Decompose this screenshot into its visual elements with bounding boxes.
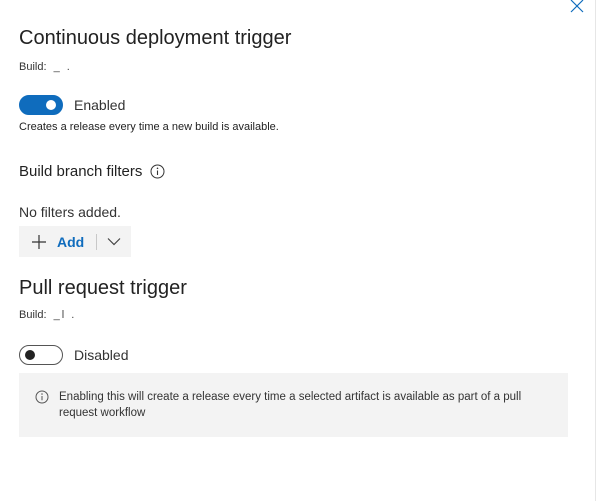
branch-filters-title: Build branch filters: [19, 163, 143, 180]
pr-build-line: Build: _l .: [19, 309, 76, 321]
pr-info-message: Enabling this will create a release ever…: [19, 373, 568, 437]
cd-build-value: _ .: [53, 61, 72, 73]
pr-toggle-label: Disabled: [74, 347, 129, 363]
cd-build-label: Build:: [19, 61, 47, 73]
chevron-down-icon: [107, 238, 121, 246]
cd-trigger-title: Continuous deployment trigger: [19, 27, 292, 49]
pr-build-value: _l .: [53, 309, 77, 321]
cd-toggle-label: Enabled: [74, 97, 126, 113]
info-icon[interactable]: [150, 164, 165, 179]
pr-build-label: Build:: [19, 309, 47, 321]
close-icon[interactable]: [570, 0, 584, 13]
plus-icon: [31, 234, 47, 250]
info-icon: [35, 390, 49, 404]
pr-trigger-toggle[interactable]: [19, 345, 63, 365]
add-filter-button[interactable]: Add: [19, 226, 96, 257]
cd-toggle-row: Enabled: [19, 95, 125, 115]
no-filters-text: No filters added.: [19, 204, 121, 220]
pr-toggle-row: Disabled: [19, 345, 128, 365]
cd-description: Creates a release every time a new build…: [19, 121, 279, 133]
pr-info-text: Enabling this will create a release ever…: [59, 391, 522, 419]
deployment-trigger-panel: Continuous deployment trigger Build: _ .…: [0, 0, 596, 501]
branch-filters-header: Build branch filters: [19, 163, 165, 180]
pr-trigger-title: Pull request trigger: [19, 277, 187, 299]
toggle-knob: [46, 100, 56, 110]
cd-build-line: Build: _ .: [19, 61, 72, 73]
add-filter-split-button: Add: [19, 226, 131, 257]
cd-trigger-toggle[interactable]: [19, 95, 63, 115]
close-button[interactable]: [567, 0, 587, 16]
toggle-knob: [25, 350, 35, 360]
add-filter-dropdown-button[interactable]: [97, 226, 131, 257]
add-filter-label: Add: [57, 233, 85, 250]
